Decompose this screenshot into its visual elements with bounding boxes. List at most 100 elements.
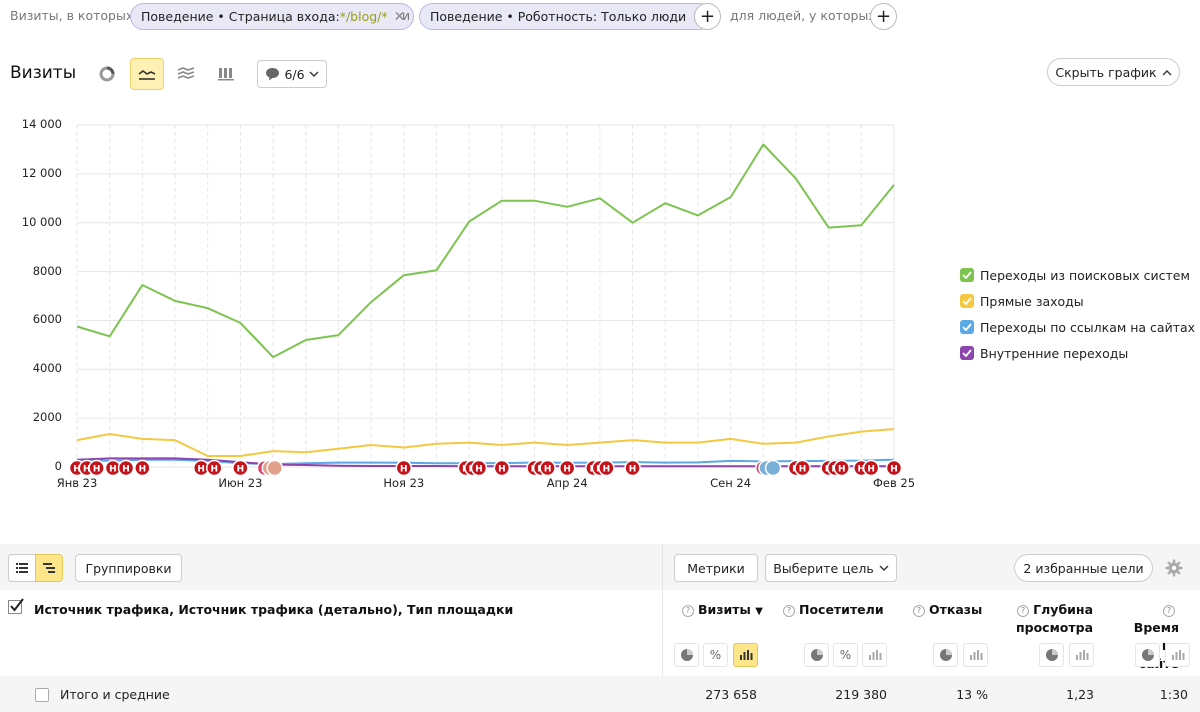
bar-chart-view-button[interactable] — [209, 58, 243, 90]
bar-chart-icon — [1075, 650, 1088, 660]
stacked-area-icon — [177, 67, 195, 79]
column-header-visitors[interactable]: ? Посетители — [783, 601, 884, 619]
legend-item[interactable]: Прямые заходы — [960, 288, 1195, 314]
legend-label: Переходы по ссылкам на сайтах — [980, 319, 1196, 335]
annotation-marker-label: Н — [498, 465, 506, 475]
pie-view-toggle[interactable] — [1135, 643, 1160, 667]
help-icon[interactable]: ? — [682, 605, 694, 617]
bar-view-toggle[interactable] — [862, 643, 887, 667]
line-chart-view-button[interactable] — [130, 58, 164, 90]
annotation-marker-label: Н — [93, 465, 101, 475]
filter-prefix: Визиты, в которых — [10, 8, 134, 23]
percent-view-toggle[interactable]: % — [703, 643, 728, 667]
annotation-marker-label: Н — [563, 465, 571, 475]
filter-chip-label: Поведение • Роботность: Только люди — [430, 9, 687, 24]
annotation-marker-label: Н — [475, 465, 483, 475]
goal-select[interactable]: Выберите цель — [765, 554, 897, 582]
filter-chip-entry-page[interactable]: Поведение • Страница входа: */blog/* ✕ — [130, 3, 415, 30]
totals-depth: 1,23 — [1066, 687, 1094, 702]
chevron-down-icon — [309, 71, 319, 77]
legend-label: Внутренние переходы — [980, 345, 1129, 361]
totals-row-checkbox[interactable] — [35, 688, 49, 702]
bar-chart-icon — [218, 68, 234, 81]
bar-chart-icon — [739, 650, 752, 660]
dimension-checkbox[interactable] — [8, 598, 24, 618]
dimension-header[interactable]: Источник трафика, Источник трафика (дета… — [34, 601, 513, 619]
pie-view-toggle[interactable] — [1039, 643, 1064, 667]
annotations-dropdown[interactable]: 6/6 — [257, 60, 327, 88]
chevron-down-icon — [879, 565, 889, 571]
bar-chart-icon — [868, 650, 881, 660]
filter-chip-robotness[interactable]: Поведение • Роботность: Только люди ✕ — [419, 3, 713, 30]
annotation-marker-label: Н — [890, 465, 898, 475]
column-header-depth[interactable]: ? Глубина просмотра — [1013, 601, 1093, 637]
annotation-marker-label: Н — [838, 465, 846, 475]
pie-chart-icon — [1045, 649, 1058, 661]
add-visit-filter-button[interactable]: + — [694, 3, 721, 30]
annotation-marker-label: Н — [400, 465, 408, 475]
pie-view-toggle[interactable] — [804, 643, 829, 667]
bar-view-toggle[interactable] — [733, 643, 758, 667]
line-chart-icon — [138, 70, 156, 80]
plus-icon: + — [875, 5, 892, 27]
annotation-marker-label: Н — [109, 465, 117, 475]
metrics-button[interactable]: Метрики — [674, 554, 758, 582]
legend-checkbox[interactable] — [960, 294, 974, 308]
column-label: Отказы — [929, 602, 983, 617]
legend-label: Переходы из поисковых систем — [980, 267, 1190, 283]
chart-legend: Переходы из поисковых систем Прямые заход… — [960, 262, 1195, 366]
legend-item[interactable]: Переходы из поисковых систем — [960, 262, 1195, 288]
annotation-marker-label: Н — [629, 465, 637, 475]
pie-view-toggle[interactable] — [674, 643, 699, 667]
plus-icon: + — [699, 5, 716, 27]
annotation-marker-label: Н — [799, 465, 807, 475]
flat-list-view-button[interactable] — [8, 554, 36, 582]
bar-view-toggle[interactable] — [963, 643, 988, 667]
column-header-visits[interactable]: ? Визиты ▼ — [682, 601, 763, 621]
add-user-filter-button[interactable]: + — [870, 3, 897, 30]
percent-view-toggle[interactable]: % — [833, 643, 858, 667]
tree-view-button[interactable] — [35, 554, 63, 582]
annotation-marker-label: Н — [197, 465, 205, 475]
totals-visitors: 219 380 — [835, 687, 887, 702]
area-chart-view-button[interactable] — [169, 58, 203, 90]
column-header-bounces[interactable]: ? Отказы — [913, 601, 982, 619]
filter-chip-label: Поведение • Страница входа: — [141, 9, 340, 24]
annotation-marker-label: Н — [139, 465, 147, 475]
settings-gear-icon[interactable] — [1165, 559, 1183, 581]
bar-view-toggle[interactable] — [1165, 643, 1190, 667]
annotation-marker-label: Н — [867, 465, 875, 475]
help-icon[interactable]: ? — [783, 605, 795, 617]
chevron-up-icon — [1162, 69, 1172, 75]
pie-chart-icon — [810, 649, 823, 661]
bar-view-toggle[interactable] — [1069, 643, 1094, 667]
legend-item[interactable]: Переходы по ссылкам на сайтах — [960, 314, 1195, 340]
annotation-marker-label: Н — [544, 465, 552, 475]
help-icon[interactable]: ? — [913, 605, 925, 617]
groupings-button[interactable]: Группировки — [75, 554, 182, 582]
bar-chart-icon — [969, 650, 982, 660]
goal-select-label: Выберите цель — [773, 560, 874, 576]
pie-chart-icon — [99, 66, 115, 82]
legend-checkbox[interactable] — [960, 320, 974, 334]
help-icon[interactable]: ? — [1017, 605, 1030, 617]
totals-visits: 273 658 — [705, 687, 757, 702]
legend-checkbox[interactable] — [960, 268, 974, 282]
help-icon[interactable]: ? — [1163, 605, 1175, 617]
pie-view-toggle[interactable] — [933, 643, 958, 667]
report-title: Визиты — [10, 63, 77, 83]
legend-checkbox[interactable] — [960, 346, 974, 360]
hide-chart-label: Скрыть график — [1055, 64, 1157, 80]
annotation-marker — [266, 459, 283, 477]
list-icon — [16, 563, 28, 573]
segment-filter-bar: Визиты, в которых Поведение • Страница в… — [0, 0, 1200, 34]
pie-chart-view-button[interactable] — [90, 58, 124, 90]
legend-item[interactable]: Внутренние переходы — [960, 340, 1195, 366]
column-label: Визиты — [698, 602, 751, 617]
tree-list-icon — [43, 563, 55, 573]
filter-chip-value: */blog/* — [339, 9, 388, 24]
favorite-goals-button[interactable]: 2 избранные цели — [1014, 554, 1153, 582]
visits-line-chart: НННННННННАНННННННННННННАНННННННН — [68, 124, 903, 477]
hide-chart-button[interactable]: Скрыть график — [1047, 58, 1180, 86]
pie-chart-icon — [680, 649, 693, 661]
